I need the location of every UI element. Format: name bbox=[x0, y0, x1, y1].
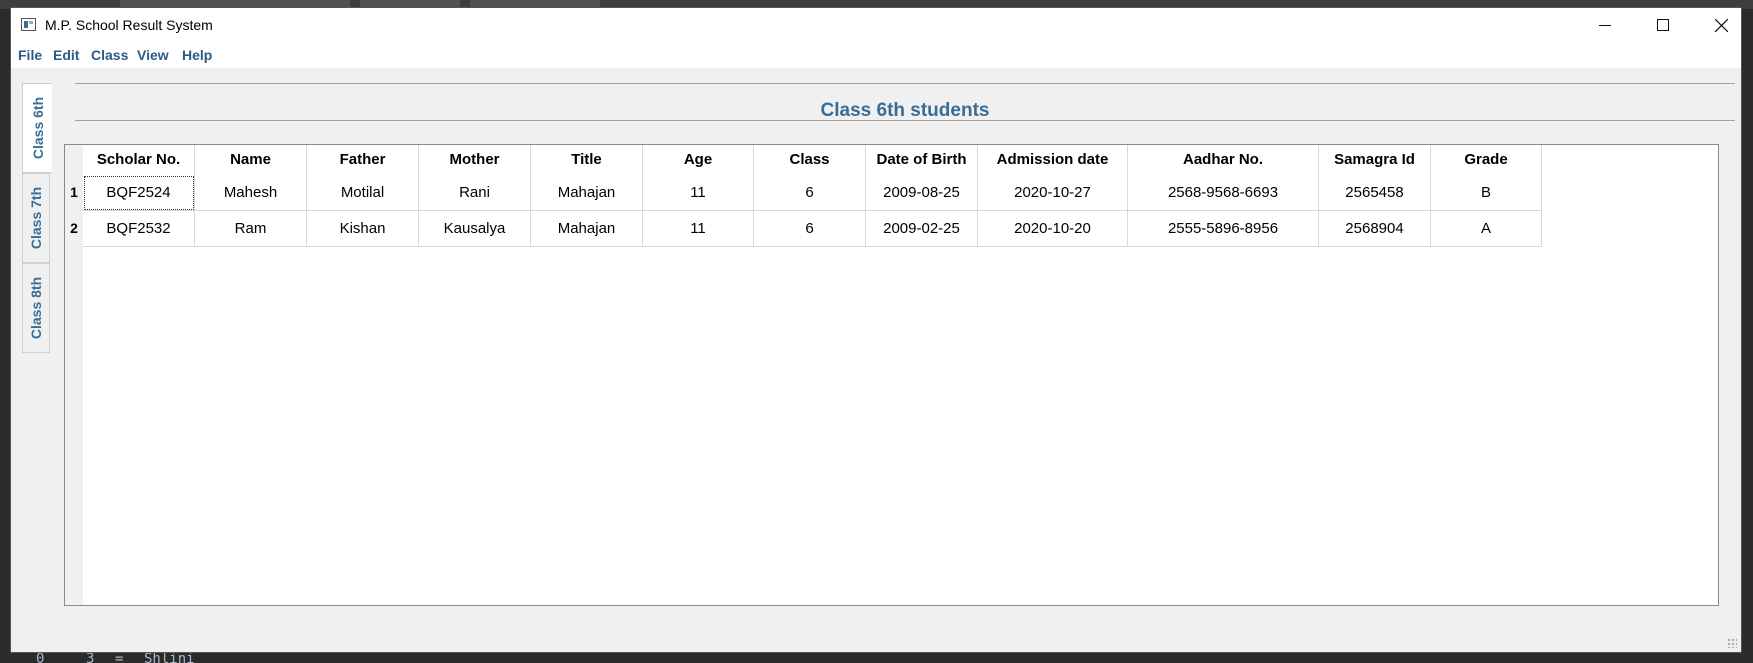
table-cell[interactable]: 2020-10-20 bbox=[978, 211, 1128, 247]
column-header-scholar-no[interactable]: Scholar No. bbox=[83, 145, 195, 175]
background-editor-text: 0 3 = Shlini bbox=[0, 652, 1753, 663]
page-heading: Class 6th students bbox=[820, 100, 990, 121]
tab-label: Class 7th bbox=[28, 186, 44, 250]
title-bar[interactable]: M.P. School Result System bbox=[11, 8, 1741, 42]
table-cell[interactable]: 2009-02-25 bbox=[866, 211, 978, 247]
column-header-father[interactable]: Father bbox=[307, 145, 419, 175]
table-cell[interactable]: Kausalya bbox=[419, 211, 531, 247]
table-cell[interactable]: 2568904 bbox=[1319, 211, 1431, 247]
table-corner[interactable] bbox=[65, 145, 83, 175]
background-editor-token: Shlini bbox=[144, 652, 195, 663]
table-cell[interactable]: Mahajan bbox=[531, 175, 643, 211]
tab-label: Class 6th bbox=[29, 96, 46, 160]
table-cell[interactable]: Mahesh bbox=[195, 175, 307, 211]
row-header[interactable]: 2 bbox=[65, 211, 83, 247]
table-cell[interactable]: 2020-10-27 bbox=[978, 175, 1128, 211]
table-cell[interactable]: Rani bbox=[419, 175, 531, 211]
maximize-button[interactable] bbox=[1634, 8, 1692, 42]
table-cell[interactable]: 2555-5896-8956 bbox=[1128, 211, 1319, 247]
table-row[interactable]: BQF2524 Mahesh Motilal Rani Mahajan 11 6… bbox=[83, 175, 1542, 211]
close-icon bbox=[1714, 18, 1728, 32]
students-table[interactable]: Scholar No. Name Father Mother Title Age… bbox=[64, 144, 1719, 606]
column-header-class[interactable]: Class bbox=[754, 145, 866, 175]
table-cell[interactable]: B bbox=[1431, 175, 1542, 211]
minimize-button[interactable] bbox=[1576, 8, 1634, 42]
table-cell[interactable]: 2565458 bbox=[1319, 175, 1431, 211]
window-title: M.P. School Result System bbox=[45, 17, 213, 33]
background-editor-token: 3 bbox=[86, 652, 95, 663]
tab-label: Class 8th bbox=[28, 276, 44, 340]
column-header-samagra-id[interactable]: Samagra Id bbox=[1319, 145, 1431, 175]
tab-class-6th[interactable]: Class 6th bbox=[22, 83, 52, 173]
row-header[interactable]: 1 bbox=[65, 175, 83, 211]
column-header-aadhar-no[interactable]: Aadhar No. bbox=[1128, 145, 1319, 175]
table-cell[interactable]: Ram bbox=[195, 211, 307, 247]
menu-edit[interactable]: Edit bbox=[53, 47, 79, 63]
column-header-title[interactable]: Title bbox=[531, 145, 643, 175]
column-header-name[interactable]: Name bbox=[195, 145, 307, 175]
column-header-age[interactable]: Age bbox=[643, 145, 754, 175]
heading-rule-top bbox=[75, 83, 1735, 84]
maximize-icon bbox=[1657, 19, 1669, 31]
heading-rule-bottom bbox=[75, 120, 1735, 121]
table-cell[interactable]: Kishan bbox=[307, 211, 419, 247]
table-cell[interactable]: 6 bbox=[754, 211, 866, 247]
close-button[interactable] bbox=[1692, 8, 1750, 42]
app-icon bbox=[21, 18, 36, 31]
menu-view[interactable]: View bbox=[137, 47, 169, 63]
table-cell[interactable]: 2568-9568-6693 bbox=[1128, 175, 1319, 211]
tab-class-8th[interactable]: Class 8th bbox=[22, 263, 50, 353]
background-editor-token: 0 bbox=[36, 652, 45, 663]
table-cell[interactable]: BQF2524 bbox=[83, 175, 195, 211]
table-cell[interactable]: Motilal bbox=[307, 175, 419, 211]
background-editor-token: = bbox=[115, 652, 124, 663]
table-cell[interactable]: A bbox=[1431, 211, 1542, 247]
menu-class[interactable]: Class bbox=[91, 47, 128, 63]
column-header-date-of-birth[interactable]: Date of Birth bbox=[866, 145, 978, 175]
column-header-grade[interactable]: Grade bbox=[1431, 145, 1542, 175]
table-cell[interactable]: 2009-08-25 bbox=[866, 175, 978, 211]
table-cell[interactable]: 11 bbox=[643, 211, 754, 247]
column-header-admission-date[interactable]: Admission date bbox=[978, 145, 1128, 175]
table-header: Scholar No. Name Father Mother Title Age… bbox=[83, 145, 1542, 175]
table-cell[interactable]: Mahajan bbox=[531, 211, 643, 247]
table-cell[interactable]: 6 bbox=[754, 175, 866, 211]
tab-class-7th[interactable]: Class 7th bbox=[22, 173, 50, 263]
menu-help[interactable]: Help bbox=[182, 47, 212, 63]
table-cell[interactable]: 11 bbox=[643, 175, 754, 211]
table-row[interactable]: BQF2532 Ram Kishan Kausalya Mahajan 11 6… bbox=[83, 211, 1542, 247]
menu-bar: File Edit Class View Help bbox=[11, 42, 1741, 68]
minimize-icon bbox=[1599, 25, 1611, 26]
resize-grip[interactable] bbox=[1727, 638, 1737, 648]
column-header-mother[interactable]: Mother bbox=[419, 145, 531, 175]
table-cell[interactable]: BQF2532 bbox=[83, 211, 195, 247]
menu-file[interactable]: File bbox=[18, 47, 42, 63]
